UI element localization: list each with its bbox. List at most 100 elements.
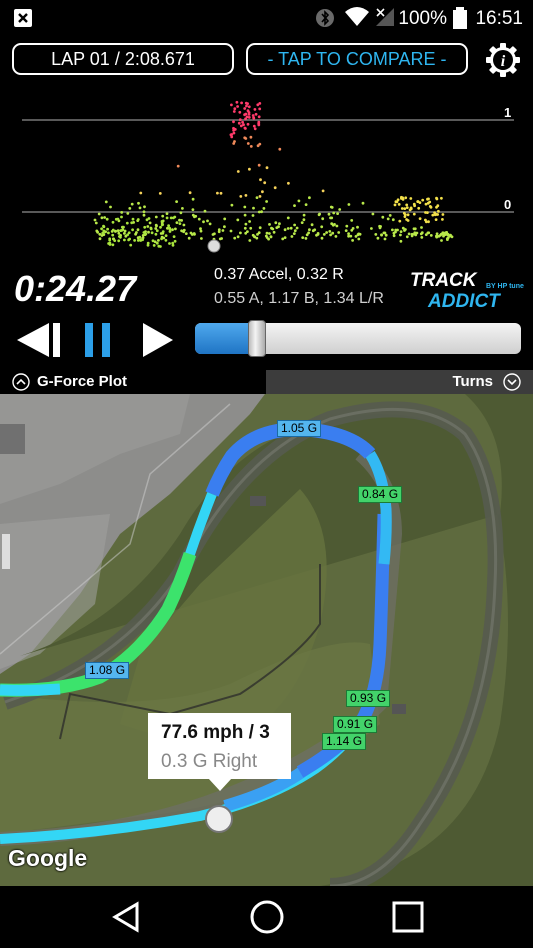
tab-gforce-plot[interactable]: G-Force Plot bbox=[0, 370, 266, 394]
gforce-dot bbox=[168, 226, 172, 230]
play-button[interactable] bbox=[140, 321, 176, 359]
gforce-dot bbox=[297, 199, 301, 203]
gforce-dot bbox=[241, 120, 245, 124]
gforce-dot bbox=[135, 231, 138, 234]
gforce-dot bbox=[248, 167, 251, 171]
gforce-dot bbox=[236, 170, 240, 173]
gforce-dot bbox=[273, 186, 277, 190]
gforce-dot bbox=[302, 213, 306, 217]
gforce-dot bbox=[399, 239, 403, 243]
gforce-dot bbox=[151, 239, 155, 243]
gforce-dot bbox=[410, 232, 414, 236]
battery-icon bbox=[453, 7, 467, 29]
gforce-dot bbox=[349, 234, 353, 238]
gforce-dot bbox=[403, 213, 407, 217]
status-time: 16:51 bbox=[475, 8, 523, 29]
gforce-dot bbox=[233, 236, 237, 240]
tab-gforce-plot-label: G-Force Plot bbox=[37, 373, 128, 390]
gforce-dot bbox=[440, 239, 443, 242]
gforce-dot bbox=[321, 189, 325, 193]
gforce-dot bbox=[330, 222, 334, 226]
pause-button[interactable] bbox=[83, 321, 113, 359]
tab-turns[interactable]: Turns bbox=[266, 370, 533, 394]
gforce-dot bbox=[394, 230, 397, 234]
gforce-dot bbox=[442, 233, 446, 237]
gforce-dot bbox=[398, 219, 402, 223]
gforce-dot bbox=[281, 237, 285, 241]
gforce-dot bbox=[200, 237, 203, 240]
playback-slider[interactable] bbox=[195, 320, 521, 357]
gforce-label: 0.93 G bbox=[346, 690, 391, 707]
gforce-dot bbox=[142, 210, 146, 214]
gforce-dot bbox=[310, 223, 314, 227]
gforce-dot bbox=[391, 228, 394, 232]
gforce-dot bbox=[246, 122, 250, 126]
info-gear-icon[interactable]: i bbox=[485, 42, 521, 78]
gforce-dot bbox=[252, 116, 256, 120]
gforce-dot bbox=[350, 228, 354, 232]
gforce-dot bbox=[283, 236, 287, 240]
gforce-dot bbox=[107, 231, 110, 235]
track-map[interactable]: 1.05 G 0.84 G 1.08 G 0.93 G 0.91 G 1.14 … bbox=[0, 394, 533, 886]
gforce-dot bbox=[175, 221, 179, 225]
gforce-dot bbox=[223, 217, 227, 221]
gforce-dot bbox=[247, 105, 251, 109]
gforce-dot bbox=[192, 232, 196, 235]
gforce-current-point bbox=[207, 239, 221, 253]
gforce-dot bbox=[258, 226, 262, 230]
gforce-dot bbox=[371, 212, 375, 216]
callout-pointer bbox=[208, 778, 232, 791]
gforce-dot bbox=[113, 239, 117, 243]
gforce-dot bbox=[240, 101, 244, 105]
gforce-dot bbox=[181, 207, 184, 210]
home-icon[interactable] bbox=[249, 899, 285, 935]
gforce-dot bbox=[441, 213, 445, 216]
gforce-dot bbox=[216, 191, 219, 195]
gforce-dot bbox=[131, 217, 135, 221]
lap-selector-button[interactable]: LAP 01 / 2:08.671 bbox=[12, 43, 234, 75]
gforce-dot bbox=[123, 232, 126, 235]
gforce-dot bbox=[429, 234, 433, 237]
gforce-dot bbox=[100, 227, 103, 231]
slider-thumb[interactable] bbox=[248, 320, 266, 357]
gforce-dot bbox=[146, 243, 150, 247]
gforce-dot bbox=[396, 228, 399, 232]
gforce-dot bbox=[157, 239, 160, 242]
panel-tab-bar: G-Force Plot Turns bbox=[0, 370, 533, 394]
gforce-dot bbox=[158, 192, 162, 195]
gforce-dot bbox=[123, 238, 126, 242]
gforce-dot bbox=[446, 233, 449, 237]
gforce-dot bbox=[199, 227, 202, 231]
gforce-dot bbox=[257, 231, 261, 235]
recents-icon[interactable] bbox=[391, 900, 425, 934]
compare-button[interactable]: - TAP TO COMPARE - bbox=[246, 43, 468, 75]
gforce-dot bbox=[329, 233, 332, 237]
gforce-dot bbox=[350, 219, 354, 222]
wifi-icon bbox=[345, 7, 369, 26]
gforce-dot bbox=[155, 224, 158, 228]
gforce-dot bbox=[248, 239, 252, 242]
gforce-dot bbox=[194, 214, 198, 218]
gforce-dot bbox=[136, 218, 140, 221]
gforce-dot bbox=[165, 212, 169, 216]
signal-icon bbox=[376, 8, 394, 26]
gforce-dot bbox=[379, 225, 382, 228]
gforce-dot bbox=[336, 212, 339, 216]
gforce-dot bbox=[160, 220, 164, 223]
gforce-dot bbox=[130, 202, 134, 206]
gforce-dot bbox=[160, 237, 164, 241]
gforce-dot bbox=[160, 223, 164, 227]
gforce-dot bbox=[401, 196, 404, 200]
skip-back-button[interactable] bbox=[15, 321, 63, 359]
gforce-dot bbox=[287, 181, 290, 185]
gforce-dot bbox=[117, 231, 121, 235]
back-icon[interactable] bbox=[109, 900, 143, 934]
gforce-dot bbox=[257, 123, 261, 127]
gforce-dot bbox=[206, 219, 209, 223]
gforce-dot bbox=[414, 233, 418, 237]
gforce-dot bbox=[208, 222, 212, 226]
gforce-dot bbox=[424, 211, 427, 214]
gforce-dot bbox=[203, 209, 207, 213]
svg-text:BY HP tuners: BY HP tuners bbox=[486, 283, 524, 290]
gforce-dot bbox=[308, 228, 311, 232]
